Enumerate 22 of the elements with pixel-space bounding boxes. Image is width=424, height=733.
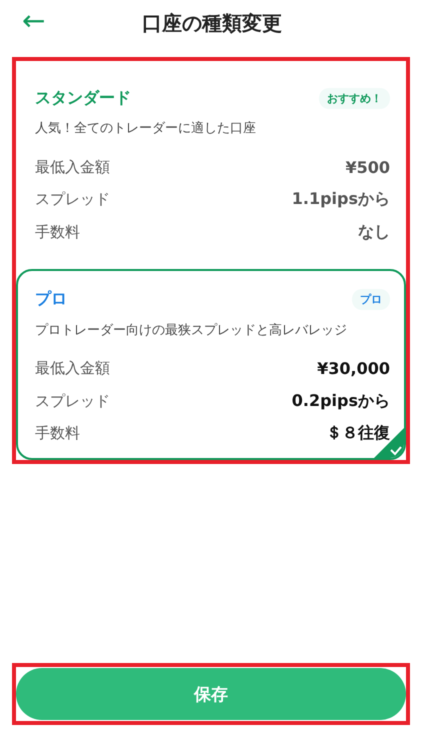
row-label: 最低入金額 <box>35 158 110 177</box>
screen-title: 口座の種類変更 <box>142 10 282 36</box>
back-arrow-icon[interactable]: ← <box>22 6 46 36</box>
row-value: 1.1pipsから <box>292 189 390 210</box>
plan-name: プロ <box>35 289 67 310</box>
plan-card[interactable]: スタンダード おすすめ！ 人気！全てのトレーダーに適した口座 最低入金額 ¥500 スプレッド 1.1pipsから 手数料 なし <box>16 61 406 268</box>
row-value: なし <box>358 222 390 243</box>
row-value: ¥30,000 <box>317 359 390 378</box>
row-label: スプレッド <box>35 190 110 210</box>
row-label: スプレッド <box>35 392 110 411</box>
row-value: ¥500 <box>345 158 390 177</box>
row-label: 手数料 <box>35 222 80 242</box>
row-label: 最低入金額 <box>35 359 110 378</box>
plan-badge: おすすめ！ <box>319 88 390 108</box>
plan-badge: プロ <box>352 289 390 310</box>
row-value: ＄８往復 <box>326 423 390 444</box>
plan-name: スタンダード <box>35 88 131 108</box>
row-value: 0.2pipsから <box>292 390 390 412</box>
plan-description: 人気！全てのトレーダーに適した口座 <box>35 120 257 137</box>
plan-description: プロトレーダー向けの最狭スプレッドと高レバレッジ <box>35 322 348 338</box>
row-label: 手数料 <box>35 424 80 444</box>
plan-card[interactable]: プロ プロ プロトレーダー向けの最狭スプレッドと高レバレッジ 最低入金額 ¥30,000 スプレッド 0.2pipsから 手数料 ＄８往復 <box>16 268 406 460</box>
